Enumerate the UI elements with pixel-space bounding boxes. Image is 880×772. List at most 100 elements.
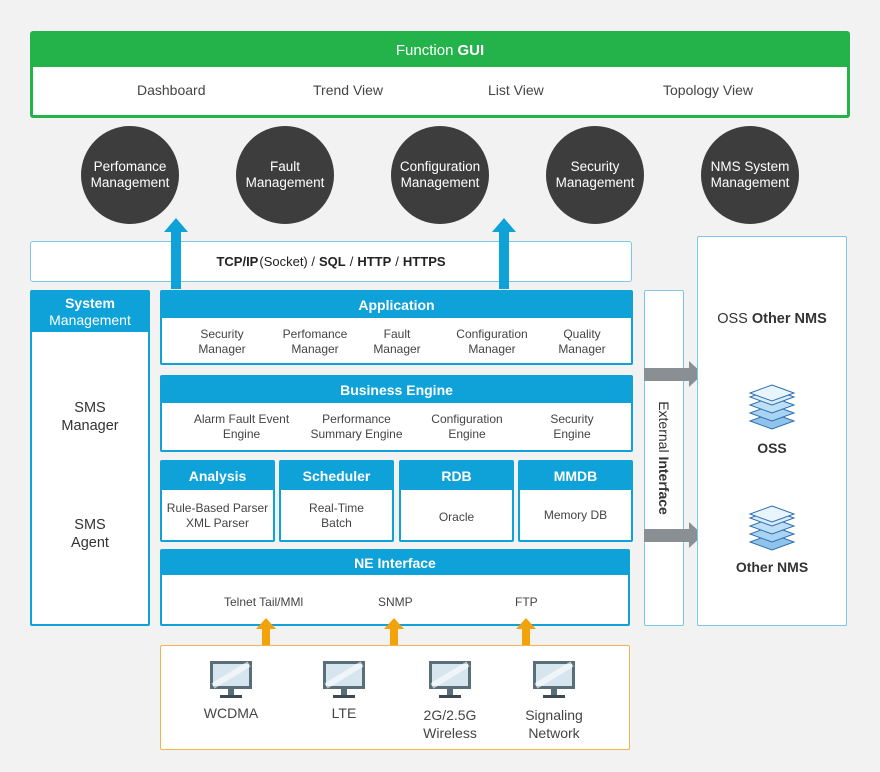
item-line2: Manager xyxy=(558,342,606,356)
sms-manager: SMS Manager xyxy=(32,399,148,435)
proto-socket: (Socket) / xyxy=(259,254,315,269)
gray-arrow-shaft-bottom xyxy=(644,529,690,542)
application-header: Application xyxy=(162,292,631,318)
gui-item-topology-view: Topology View xyxy=(663,82,754,98)
scheduler-box: Scheduler Real-Time Batch xyxy=(279,460,394,542)
proto-sep2: / xyxy=(395,254,399,269)
item-line1: Performance xyxy=(322,412,391,426)
item-line2: Summary Engine xyxy=(310,427,403,441)
rdb-header: RDB xyxy=(401,462,512,490)
item-line1: Perfomance xyxy=(282,327,348,341)
ne-interface-box: NE Interface Telnet Tail/MMl SNMP FTP xyxy=(160,549,630,626)
up-arrow-shaft-left xyxy=(171,232,181,289)
orange-arrow-shaft xyxy=(390,629,398,645)
item-line2: XML Parser xyxy=(186,516,249,530)
item-line1: Security xyxy=(550,412,594,426)
orange-arrow-shaft xyxy=(522,629,530,645)
ne-line2: Network xyxy=(528,725,580,741)
oss-title-bold: Other NMS xyxy=(751,311,827,327)
sms-manager-line1: SMS xyxy=(74,400,106,416)
network-elements-box: WCDMA LTE 2G/2.5G Wireless Signaling Netwo… xyxy=(160,645,630,750)
circle-performance-management: Perfomance Management xyxy=(81,126,179,224)
gui-item-dashboard: Dashboard xyxy=(137,82,206,98)
sms-agent-line2: Agent xyxy=(71,535,109,551)
ext-label-bold: Interface xyxy=(656,456,672,515)
function-gui-panel: Function GUI Dashboard Trend View List V… xyxy=(30,31,850,118)
circle-line1: NMS System xyxy=(710,159,790,174)
monitor-icon xyxy=(210,661,252,698)
function-gui-header: Function GUI xyxy=(33,34,847,67)
external-interface-panel: External Interface xyxy=(644,290,684,626)
item-line1: Configuration xyxy=(456,327,528,341)
mmdb-content: Memory DB xyxy=(543,508,608,522)
be-item-performance-summary-engine: Performance Summary Engine xyxy=(299,412,414,442)
circle-line2: Management xyxy=(400,175,480,190)
function-gui-title-bold: GUI xyxy=(457,42,485,59)
rdb-content: Oracle xyxy=(438,510,475,524)
ne-line1: WCDMA xyxy=(203,705,259,721)
system-management-panel: System Management SMS Manager SMS Agent xyxy=(30,290,150,626)
function-gui-title-light: Function xyxy=(395,42,454,59)
sysm-title-line1: System xyxy=(65,295,115,311)
item-line2: Manager xyxy=(373,342,421,356)
scheduler-content: Real-Time Batch xyxy=(281,501,392,531)
protocol-bar: TCP/IP (Socket) / SQL / HTTP / HTTPS xyxy=(30,241,632,282)
circle-line2: Management xyxy=(245,175,325,190)
ne-lte: LTE xyxy=(304,704,384,722)
circle-security-management: Security Management xyxy=(546,126,644,224)
proto-sep1: / xyxy=(349,254,354,269)
item-line2: Batch xyxy=(321,516,352,530)
app-item-performance-manager: Perfomance Manager xyxy=(270,327,360,357)
item-line2: Engine xyxy=(553,427,591,441)
analysis-content: Rule-Based Parser XML Parser xyxy=(162,501,273,531)
gui-item-trend-view: Trend View xyxy=(313,82,384,98)
system-management-header: System Management xyxy=(32,292,148,332)
oss-other-nms-panel: OSS Other NMS OSS Other NMS xyxy=(697,236,847,626)
ne-line1: LTE xyxy=(331,705,357,721)
item-line1: Fault xyxy=(383,327,411,341)
circle-line1: Perfomance xyxy=(93,159,167,174)
proto-https: HTTPS xyxy=(402,254,446,269)
scheduler-header: Scheduler xyxy=(281,462,392,490)
item-line1: Configuration xyxy=(431,412,503,426)
item-line1: Real-Time xyxy=(309,501,364,515)
database-stack-icon xyxy=(748,505,796,551)
item-line1: Quality xyxy=(563,327,601,341)
monitor-icon xyxy=(533,661,575,698)
proto-tcpip: TCP/IP xyxy=(216,254,259,269)
oss-label: OSS xyxy=(757,440,787,456)
circle-line1: Configuration xyxy=(399,159,481,174)
proto-http: HTTP xyxy=(357,254,392,269)
ne-signaling-network: Signaling Network xyxy=(514,706,594,742)
ne-item-telnet: Telnet Tail/MMl xyxy=(224,595,304,609)
database-stack-icon xyxy=(748,384,796,430)
app-item-fault-manager: Fault Manager xyxy=(357,327,437,357)
ne-item-snmp: SNMP xyxy=(378,595,413,609)
ne-interface-header: NE Interface xyxy=(162,551,628,575)
circle-line1: Security xyxy=(570,159,620,174)
app-item-quality-manager: Quality Manager xyxy=(537,327,627,357)
item-line1: Alarm Fault Event xyxy=(193,412,290,426)
business-engine-header: Business Engine xyxy=(162,377,631,403)
gui-item-list-view: List View xyxy=(488,82,544,98)
up-arrow-icon xyxy=(492,218,516,232)
monitor-icon xyxy=(323,661,365,698)
ne-line1: 2G/2.5G xyxy=(423,707,477,723)
circle-line1: Fault xyxy=(269,159,300,174)
oss-panel-title: OSS Other NMS xyxy=(698,311,846,327)
be-item-alarm-fault-event-engine: Alarm Fault Event Engine xyxy=(184,412,299,442)
circle-line2: Management xyxy=(710,175,790,190)
ne-2g-wireless: 2G/2.5G Wireless xyxy=(410,706,490,742)
rdb-box: RDB Oracle xyxy=(399,460,514,542)
external-interface-label: External Interface xyxy=(656,401,672,515)
circle-fault-management: Fault Management xyxy=(236,126,334,224)
ne-line2: Wireless xyxy=(423,725,477,741)
mmdb-header: MMDB xyxy=(520,462,631,490)
business-engine-box: Business Engine Alarm Fault Event Engine … xyxy=(160,375,633,452)
up-arrow-shaft-right xyxy=(499,232,509,289)
sms-agent-line1: SMS xyxy=(74,517,106,533)
be-item-configuration-engine: Configuration Engine xyxy=(412,412,522,442)
oss-title-light: OSS xyxy=(717,311,748,327)
sms-agent: SMS Agent xyxy=(32,516,148,552)
item-line2: Manager xyxy=(468,342,516,356)
